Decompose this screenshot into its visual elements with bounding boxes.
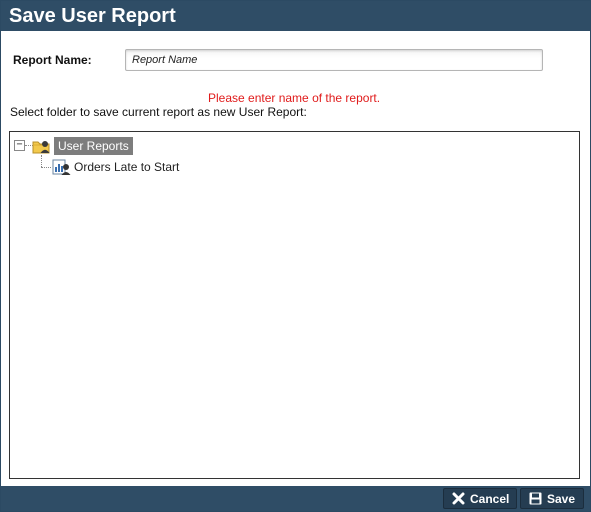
folder-tree[interactable]: − User Reports Orders Late to Start xyxy=(9,131,580,479)
dialog-footer: Cancel Save xyxy=(1,486,590,511)
folder-instruction: Select folder to save current report as … xyxy=(10,105,307,119)
user-folder-icon xyxy=(32,137,52,155)
report-name-input[interactable] xyxy=(125,49,543,71)
save-button[interactable]: Save xyxy=(520,488,584,509)
dialog-title: Save User Report xyxy=(9,5,176,27)
error-message: Please enter name of the report. xyxy=(208,91,381,105)
save-label: Save xyxy=(547,491,576,506)
tree-root-label[interactable]: User Reports xyxy=(54,137,133,155)
cancel-label: Cancel xyxy=(470,491,510,506)
tree-child-label[interactable]: Orders Late to Start xyxy=(74,158,179,176)
close-x-icon xyxy=(452,492,465,505)
report-name-label: Report Name: xyxy=(13,53,92,67)
tree-connector xyxy=(41,155,42,167)
floppy-disk-icon xyxy=(529,492,542,505)
cancel-button[interactable]: Cancel xyxy=(443,488,517,509)
collapse-expander-icon[interactable]: − xyxy=(14,140,25,151)
save-user-report-dialog: Save User Report Report Name: Please ent… xyxy=(0,0,591,512)
title-bar: Save User Report xyxy=(1,1,590,31)
tree-connector xyxy=(41,167,51,168)
user-report-icon xyxy=(52,158,72,176)
